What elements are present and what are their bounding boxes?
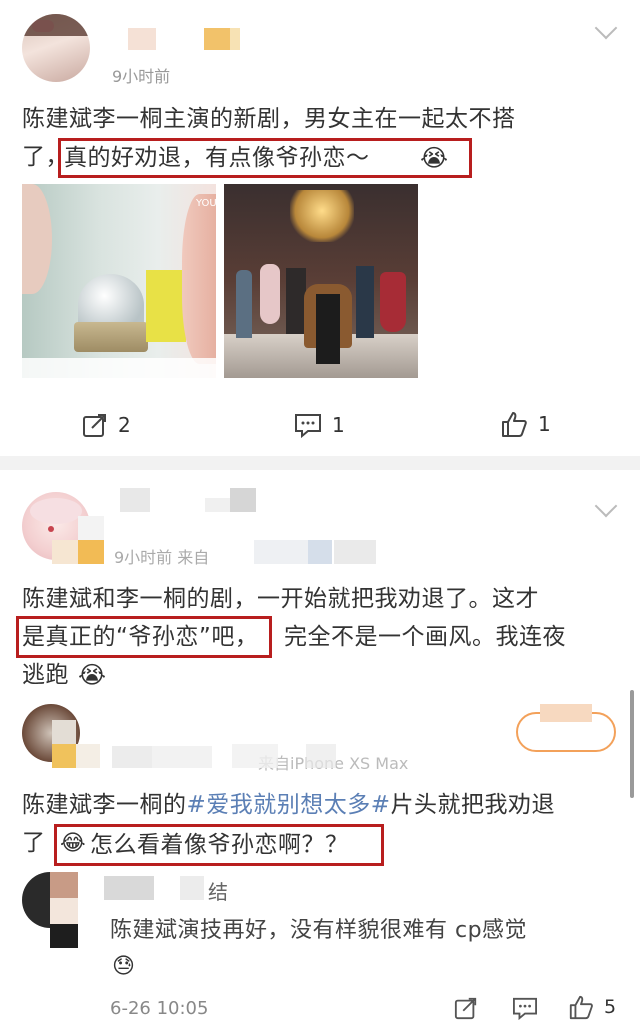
person-4 (356, 266, 374, 338)
person-center (316, 294, 340, 364)
person-1 (236, 270, 252, 338)
blurred-username[interactable] (230, 488, 256, 512)
thumbs-up-icon (502, 412, 527, 437)
thumbs-up-icon (569, 995, 593, 1020)
reply-time: 6-26 10:05 (110, 998, 209, 1019)
blurred-avatar-overlay (50, 898, 78, 924)
reply-text-line1: 陈建斌演技再好，没有样貌很难有 cp感觉 (110, 918, 528, 943)
blurred-avatar-overlay (50, 872, 78, 898)
chevron-down-icon[interactable] (594, 16, 618, 40)
reply-comment-button[interactable] (512, 996, 538, 1024)
comment-icon (513, 997, 537, 1021)
laughing-emoji-icon: 😂 (60, 831, 86, 856)
blurred-badge (204, 28, 230, 50)
chandelier (290, 190, 354, 242)
crying-emoji-icon: 😭 (420, 144, 449, 172)
like-button[interactable]: 1 (500, 410, 551, 438)
crying-emoji-icon: 😭 (78, 661, 107, 689)
reply-repost-button[interactable] (454, 996, 478, 1024)
post-time: 9小时前 (112, 67, 171, 86)
yellow-block (146, 270, 186, 342)
repost-icon (454, 997, 477, 1020)
blurred-badge-edge (230, 28, 240, 50)
blurred-username[interactable] (120, 488, 150, 512)
blurred-username[interactable] (180, 876, 204, 900)
blurred-username[interactable] (112, 746, 152, 768)
comment-text-line1a: 陈建斌李一桐的#爱我就别想太多#片头就把我劝退 (22, 792, 556, 818)
post-image-1[interactable]: YOU (22, 184, 216, 378)
reply-like-count: 5 (604, 996, 617, 1018)
like-count: 1 (538, 412, 551, 436)
comment-count: 1 (332, 413, 345, 437)
comment-icon (295, 414, 321, 438)
post-text-line2-rest: 完全不是一个画风。我连夜 (284, 624, 566, 650)
blurred-username[interactable] (128, 28, 156, 50)
blurred-username[interactable] (205, 498, 230, 512)
hashtag-link[interactable]: #爱我就别想太多# (187, 792, 391, 818)
blurred-avatar-overlay (50, 924, 78, 948)
blurred-source (334, 540, 376, 564)
blurred-avatar-overlay (78, 540, 104, 564)
avatar[interactable] (22, 14, 90, 82)
chevron-down-icon[interactable] (594, 494, 618, 518)
person-5 (380, 272, 406, 332)
jar-base (74, 322, 148, 352)
post-time: 9小时前 来自 (114, 548, 210, 567)
avatar-hair (22, 14, 90, 36)
repost-icon (83, 414, 106, 437)
face-shape (182, 194, 216, 364)
repost-button[interactable]: 2 (82, 412, 131, 438)
blurred-avatar-overlay (78, 516, 104, 540)
reply-username-suffix: 结 (208, 880, 228, 904)
face-left (22, 184, 52, 294)
blurred-source (232, 744, 278, 768)
section-separator (0, 456, 640, 470)
blurred-follow-label (540, 704, 592, 722)
reply-like-button[interactable]: 5 (568, 994, 616, 1020)
repost-count: 2 (118, 413, 131, 437)
avatar-eye (48, 526, 54, 532)
avatar-hair (30, 498, 82, 524)
follow-button[interactable] (516, 704, 616, 752)
image-bottom-bar (22, 358, 216, 378)
blurred-avatar-overlay (76, 744, 100, 768)
avatar[interactable] (22, 872, 78, 948)
person-2 (260, 264, 280, 324)
blurred-source (306, 744, 336, 768)
post-text-line3: 逃跑 (22, 662, 69, 688)
blurred-source (308, 540, 332, 564)
person-3 (286, 268, 306, 334)
blurred-avatar-overlay (52, 720, 76, 744)
comment-text-highlight: 怎么看着像爷孙恋啊？？ (90, 832, 349, 858)
blurred-time (152, 746, 212, 768)
blurred-avatar-overlay (52, 744, 76, 768)
post-image-2[interactable] (224, 184, 418, 378)
blurred-source (254, 540, 308, 564)
post-text-highlight: 是真正的“爷孙恋”吧， (22, 624, 259, 650)
image-watermark: YOU (196, 198, 216, 209)
sweat-emoji-icon: 😓 (112, 954, 135, 979)
comment-text-line2a: 了 (22, 830, 46, 856)
blurred-avatar-overlay (52, 540, 78, 564)
post-text-line1: 陈建斌李一桐主演的新剧，男女主在一起太不搭 (22, 106, 516, 132)
scrollbar-thumb[interactable] (630, 690, 634, 798)
blurred-username[interactable] (104, 876, 154, 900)
post-text-line1: 陈建斌和李一桐的剧，一开始就把我劝退了。这才 (22, 586, 539, 612)
comment-button[interactable]: 1 (294, 412, 345, 438)
post-text-highlight: 真的好劝退，有点像爷孙恋～ (64, 145, 370, 171)
